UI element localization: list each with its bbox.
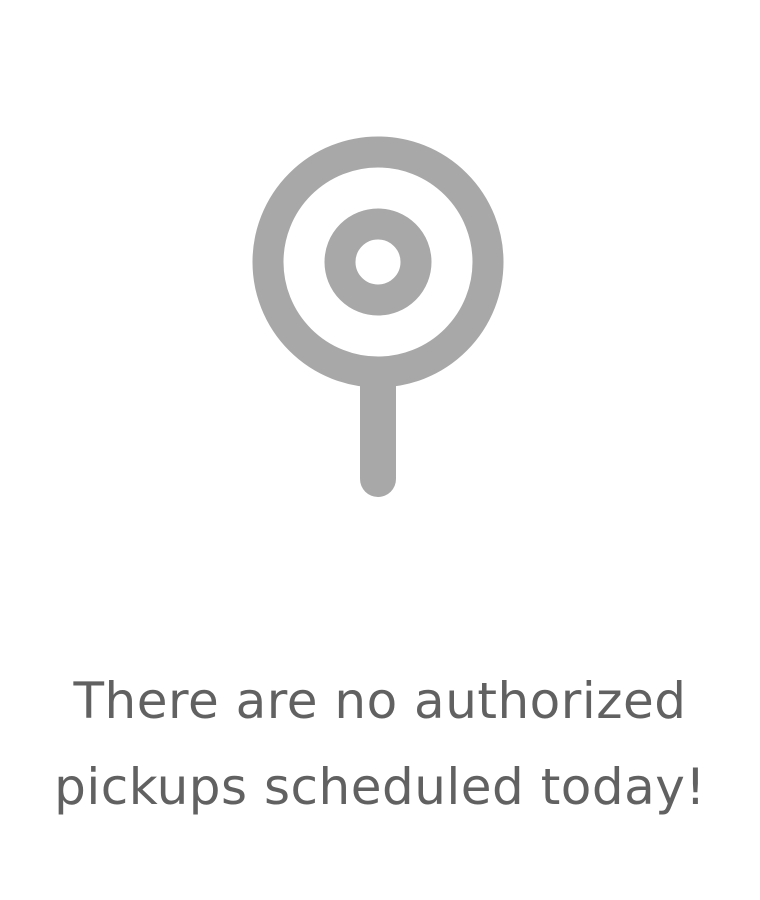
location-pin-icon [250, 134, 506, 498]
no-pickups-message: There are no authorized pickups schedule… [54, 672, 706, 816]
empty-state-screen: There are no authorized pickups schedule… [0, 0, 760, 900]
